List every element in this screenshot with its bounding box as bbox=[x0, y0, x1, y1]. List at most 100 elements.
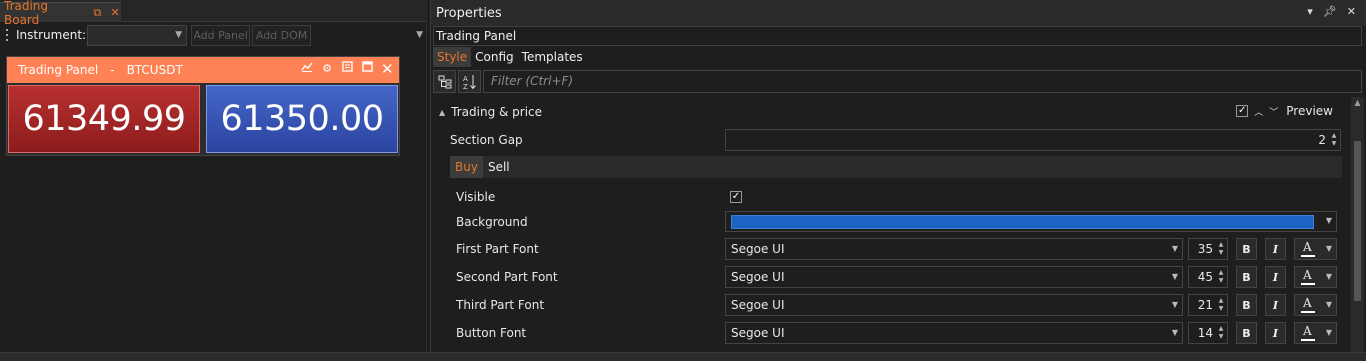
font-family-value: Segoe UI bbox=[731, 326, 785, 340]
first-part-font-label: First Part Font bbox=[456, 242, 539, 256]
italic-button[interactable]: I bbox=[1265, 322, 1286, 344]
buy-price-button[interactable]: 61350.00 bbox=[206, 85, 398, 153]
preview-checkbox[interactable]: ✓ bbox=[1236, 105, 1249, 117]
dropdown-icon[interactable]: ▾ bbox=[1307, 5, 1313, 18]
trading-panel-body: 61349.99 61350.00 bbox=[7, 83, 399, 155]
chevron-up-icon[interactable]: ︿ bbox=[1254, 105, 1263, 118]
scroll-up-icon[interactable]: ▲ bbox=[1351, 97, 1364, 109]
trading-panel-symbol: BTCUSDT bbox=[126, 63, 183, 77]
properties-titlebar: Properties ▾ 📌︎ ✕ bbox=[431, 0, 1366, 26]
properties-title: Properties bbox=[436, 5, 502, 21]
preview-label: Preview bbox=[1286, 104, 1333, 118]
background-color-picker[interactable]: ▼ bbox=[725, 211, 1337, 232]
font-size-stepper[interactable]: 45 ▲ ▼ bbox=[1188, 266, 1228, 288]
font-size-stepper[interactable]: 21 ▲ ▼ bbox=[1188, 294, 1228, 316]
italic-button[interactable]: I bbox=[1265, 266, 1286, 288]
trading-panel-header-icons: ⚙ ✕ bbox=[301, 61, 394, 77]
notes-icon[interactable] bbox=[341, 61, 353, 77]
section-gap-stepper[interactable]: 2 ▲ ▼ bbox=[725, 129, 1341, 151]
font-family-select[interactable]: Segoe UI ▼ bbox=[725, 294, 1183, 316]
chevron-down-icon: ▼ bbox=[1171, 328, 1178, 337]
section-title: Trading & price bbox=[451, 105, 543, 119]
instrument-select[interactable]: ▼ bbox=[87, 24, 188, 46]
title-separator: - bbox=[110, 63, 115, 77]
bottom-status-strip bbox=[0, 352, 1366, 361]
font-color-icon: A bbox=[1303, 296, 1312, 310]
tab-sell[interactable]: Sell bbox=[483, 156, 515, 178]
font-color-button[interactable]: A ▼ bbox=[1294, 294, 1337, 316]
font-color-swatch bbox=[1301, 339, 1315, 341]
section-gap-value: 2 bbox=[1318, 133, 1326, 147]
first-part-font-row: First Part Font Segoe UI ▼ 35 ▲ ▼ B I A ▼ bbox=[433, 238, 1349, 260]
font-size-stepper[interactable]: 14 ▲ ▼ bbox=[1188, 322, 1228, 344]
tab-config[interactable]: Config bbox=[471, 47, 518, 67]
font-size-value: 35 bbox=[1197, 242, 1213, 256]
spin-arrows-icon[interactable]: ▲ ▼ bbox=[1217, 325, 1225, 341]
tab-trading-board[interactable]: Trading Board ⧉ ✕ bbox=[0, 0, 121, 27]
chart-icon[interactable] bbox=[301, 61, 313, 77]
spin-arrows-icon[interactable]: ▲ ▼ bbox=[1217, 241, 1225, 257]
trading-panel-title: Trading Panel bbox=[18, 63, 99, 77]
trading-panel-header[interactable]: Trading Panel - BTCUSDT ⚙ ✕ bbox=[7, 57, 399, 83]
close-icon[interactable]: ✕ bbox=[1347, 5, 1356, 18]
button-font-row: Button Font Segoe UI ▼ 14 ▲ ▼ B I A ▼ bbox=[433, 322, 1349, 344]
pin-icon[interactable]: 📌︎ bbox=[1323, 5, 1337, 18]
property-grid: ▲ Trading & price ✓ ︿ ﹀ Preview Section … bbox=[433, 97, 1349, 352]
font-color-button[interactable]: A ▼ bbox=[1294, 322, 1337, 344]
add-dom-button[interactable]: Add DOM bbox=[252, 24, 312, 46]
tab-templates[interactable]: Templates bbox=[518, 47, 587, 67]
italic-button[interactable]: I bbox=[1265, 294, 1286, 316]
font-color-swatch bbox=[1301, 311, 1315, 313]
font-family-value: Segoe UI bbox=[731, 270, 785, 284]
maximize-icon[interactable] bbox=[361, 61, 373, 77]
document-tabstrip: Trading Board ⧉ ✕ bbox=[0, 0, 427, 27]
bold-button[interactable]: B bbox=[1236, 294, 1257, 316]
font-size-value: 45 bbox=[1197, 270, 1213, 284]
sell-price-button[interactable]: 61349.99 bbox=[8, 85, 200, 153]
close-icon[interactable]: ✕ bbox=[109, 6, 121, 19]
font-family-select[interactable]: Segoe UI ▼ bbox=[725, 322, 1183, 344]
spin-arrows-icon[interactable]: ▲ ▼ bbox=[1217, 269, 1225, 285]
font-color-icon: A bbox=[1303, 324, 1312, 338]
chevron-down-icon[interactable]: ﹀ bbox=[1269, 105, 1278, 118]
section-preview-controls: ✓ ︿ ﹀ Preview bbox=[1236, 104, 1333, 118]
bold-button[interactable]: B bbox=[1236, 266, 1257, 288]
font-family-select[interactable]: Segoe UI ▼ bbox=[725, 238, 1183, 260]
float-window-icon[interactable]: ⧉ bbox=[91, 6, 103, 19]
bold-button[interactable]: B bbox=[1236, 238, 1257, 260]
gear-icon[interactable]: ⚙ bbox=[321, 61, 333, 77]
toolbar-grip-icon[interactable] bbox=[4, 27, 10, 43]
trading-panel: Trading Panel - BTCUSDT ⚙ ✕ 61349.99 613… bbox=[6, 56, 400, 156]
add-panel-button[interactable]: Add Panel bbox=[191, 24, 251, 46]
button-font-label: Button Font bbox=[456, 326, 527, 340]
sort-alphabetical-icon[interactable]: AZ bbox=[458, 70, 481, 93]
categorized-view-icon[interactable] bbox=[433, 70, 456, 93]
tab-buy[interactable]: Buy bbox=[450, 156, 483, 178]
font-color-button[interactable]: A ▼ bbox=[1294, 238, 1337, 260]
collapse-caret-icon[interactable]: ▲ bbox=[439, 108, 445, 117]
spin-arrows-icon[interactable]: ▲ ▼ bbox=[1217, 297, 1225, 313]
property-grid-scrollbar[interactable]: ▲ bbox=[1351, 97, 1364, 352]
side-tabs: Buy Sell bbox=[450, 156, 1342, 178]
third-part-font-label: Third Part Font bbox=[456, 298, 545, 312]
spin-arrows-icon[interactable]: ▲ ▼ bbox=[1330, 132, 1338, 148]
bold-button[interactable]: B bbox=[1236, 322, 1257, 344]
visible-checkbox[interactable]: ✓ bbox=[730, 191, 742, 203]
chevron-down-icon[interactable]: ▼ bbox=[1326, 216, 1332, 225]
font-size-stepper[interactable]: 35 ▲ ▼ bbox=[1188, 238, 1228, 260]
font-color-button[interactable]: A ▼ bbox=[1294, 266, 1337, 288]
font-size-value: 14 bbox=[1197, 326, 1213, 340]
background-label: Background bbox=[456, 215, 528, 229]
toolbar-overflow-icon[interactable]: ▼ bbox=[416, 30, 423, 40]
font-color-swatch bbox=[1301, 255, 1315, 257]
font-family-select[interactable]: Segoe UI ▼ bbox=[725, 266, 1183, 288]
close-icon[interactable]: ✕ bbox=[381, 61, 394, 77]
filter-input[interactable]: Filter (Ctrl+F) bbox=[483, 70, 1362, 93]
properties-pane: Properties ▾ 📌︎ ✕ Trading Panel Style Co… bbox=[430, 0, 1366, 352]
italic-button[interactable]: I bbox=[1265, 238, 1286, 260]
scrollbar-thumb[interactable] bbox=[1354, 141, 1361, 301]
tab-style[interactable]: Style bbox=[433, 47, 472, 67]
font-size-value: 21 bbox=[1197, 298, 1213, 312]
section-header-trading-price[interactable]: ▲ Trading & price ✓ ︿ ﹀ Preview bbox=[433, 101, 1349, 123]
font-family-value: Segoe UI bbox=[731, 242, 785, 256]
